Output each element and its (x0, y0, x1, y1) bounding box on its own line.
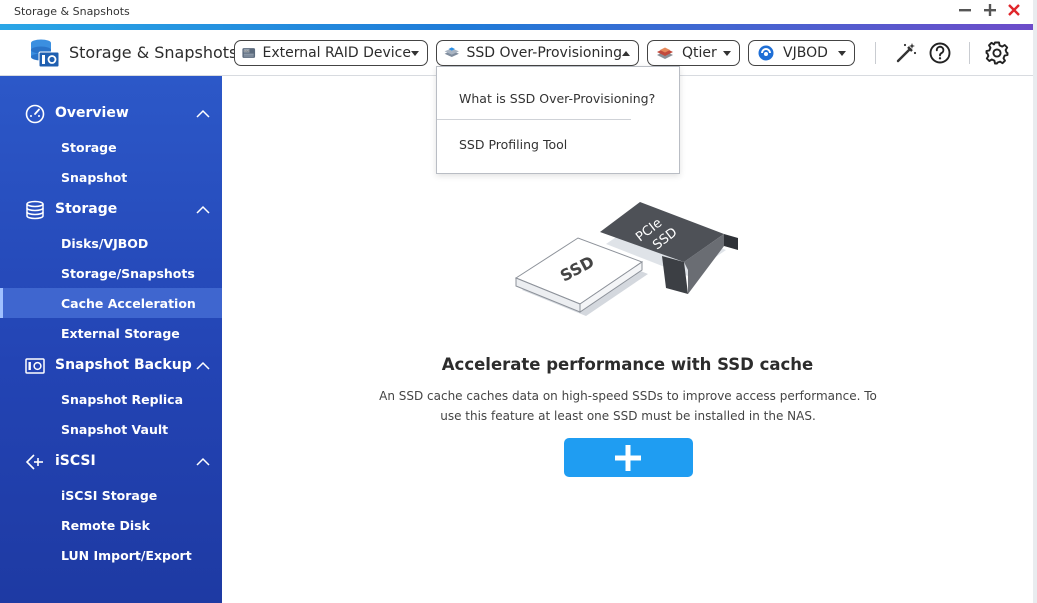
sidebar-item-disks-vjbod[interactable]: Disks/VJBOD (0, 228, 222, 258)
sidebar-item-snapshot[interactable]: Snapshot (0, 162, 222, 192)
external-raid-device-label: External RAID Device (262, 45, 411, 61)
sidebar-item-label: Disks/VJBOD (61, 236, 149, 251)
sidebar-item-label: Snapshot Replica (61, 392, 184, 407)
page-description: An SSD cache caches data on high-speed S… (379, 389, 877, 423)
sidebar-item-label: Cache Acceleration (61, 296, 196, 311)
page-headline: Accelerate performance with SSD cache (441, 355, 814, 374)
chevron-up-icon (196, 361, 210, 370)
sidebar-section-snapshot-backup[interactable]: Snapshot Backup (0, 350, 222, 382)
database-icon (26, 200, 44, 220)
sidebar-item-label: Snapshot (61, 170, 128, 185)
qtier-button[interactable]: Qtier (647, 40, 740, 66)
menu-item-label: SSD Profiling Tool (459, 137, 568, 152)
close-icon[interactable] (1004, 2, 1024, 22)
qtier-label: Qtier (682, 45, 717, 61)
sidebar-item-external-storage[interactable]: External Storage (0, 318, 222, 348)
sidebar-item-label: iSCSI Storage (61, 488, 158, 503)
sidebar-item-remote-disk[interactable]: Remote Disk (0, 510, 222, 540)
ssd-over-provisioning-button[interactable]: SSD Over-Provisioning (436, 40, 639, 66)
sidebar-item-snapshot-vault[interactable]: Snapshot Vault (0, 414, 222, 444)
sidebar-item-label: Storage/Snapshots (61, 266, 195, 281)
storage-app-icon (31, 39, 60, 68)
ssd-over-provisioning-label: SSD Over-Provisioning (466, 45, 623, 61)
add-ssd-cache-button[interactable] (564, 438, 693, 477)
vjbod-label: VJBOD (783, 45, 828, 61)
external-raid-device-button[interactable]: RAID External RAID Device (234, 40, 428, 66)
window-title: Storage & Snapshots (14, 5, 130, 18)
magic-wand-icon[interactable] (893, 40, 919, 66)
chevron-up-icon (196, 109, 210, 118)
toolbar-divider (969, 42, 970, 64)
sidebar-section-storage[interactable]: Storage (0, 194, 222, 226)
chevron-down-icon (411, 50, 419, 56)
sidebar-section-label: Storage (55, 201, 118, 217)
sidebar-section-overview[interactable]: Overview (0, 98, 222, 130)
sidebar: Overview Storage Snapshot Storage Disks/… (0, 76, 222, 603)
app-name: Storage & Snapshots (69, 43, 238, 62)
sidebar-section-iscsi[interactable]: iSCSI (0, 446, 222, 478)
chevron-up-icon (196, 457, 210, 466)
sidebar-item-label: Remote Disk (61, 518, 150, 533)
title-bar: Storage & Snapshots (0, 0, 1033, 24)
gauge-icon (25, 104, 45, 124)
minimize-icon[interactable] (955, 2, 975, 22)
iscsi-icon (25, 454, 43, 470)
sidebar-item-iscsi-storage[interactable]: iSCSI Storage (0, 480, 222, 510)
sidebar-section-label: Overview (55, 105, 129, 121)
raid-device-icon: RAID (242, 48, 256, 58)
sidebar-item-label: LUN Import/Export (61, 548, 192, 563)
sidebar-section-label: Snapshot Backup (55, 357, 192, 373)
sidebar-item-storage[interactable]: Storage (0, 132, 222, 162)
maximize-icon[interactable] (980, 2, 1000, 22)
app-window: Storage & Snapshots Storage & Snapshots (0, 0, 1033, 603)
ssd-cache-illustration: PCIe SSD SSD (514, 202, 738, 316)
chevron-down-icon (723, 50, 731, 56)
sidebar-item-label: Storage (61, 140, 117, 155)
sidebar-item-lun-import-export[interactable]: LUN Import/Export (0, 540, 222, 570)
svg-text:RAID: RAID (244, 49, 250, 53)
sidebar-item-cache-acceleration[interactable]: Cache Acceleration (0, 288, 222, 318)
sidebar-section-label: iSCSI (55, 453, 96, 469)
menu-item-what-is-ssd-over-provisioning[interactable]: What is SSD Over-Provisioning? (437, 77, 679, 121)
vjbod-icon (758, 45, 774, 61)
toolbar-divider (875, 42, 876, 64)
plus-icon (615, 445, 641, 471)
gear-icon[interactable] (984, 40, 1010, 66)
help-icon[interactable] (927, 40, 953, 66)
ssd-over-provisioning-menu: What is SSD Over-Provisioning? SSD Profi… (436, 66, 680, 174)
ssd-stack-icon (444, 47, 459, 57)
sidebar-item-label: External Storage (61, 326, 180, 341)
vjbod-button[interactable]: VJBOD (748, 40, 855, 66)
chevron-up-icon (622, 50, 630, 56)
menu-item-label: What is SSD Over-Provisioning? (459, 91, 656, 106)
qtier-icon (657, 47, 673, 59)
sidebar-item-label: Snapshot Vault (61, 422, 169, 437)
sidebar-item-storage-snapshots[interactable]: Storage/Snapshots (0, 258, 222, 288)
sidebar-item-snapshot-replica[interactable]: Snapshot Replica (0, 384, 222, 414)
chevron-down-icon (838, 50, 846, 56)
chevron-up-icon (196, 205, 210, 214)
camera-backup-icon (25, 358, 45, 374)
menu-item-ssd-profiling-tool[interactable]: SSD Profiling Tool (437, 123, 679, 167)
menu-divider (437, 119, 631, 120)
